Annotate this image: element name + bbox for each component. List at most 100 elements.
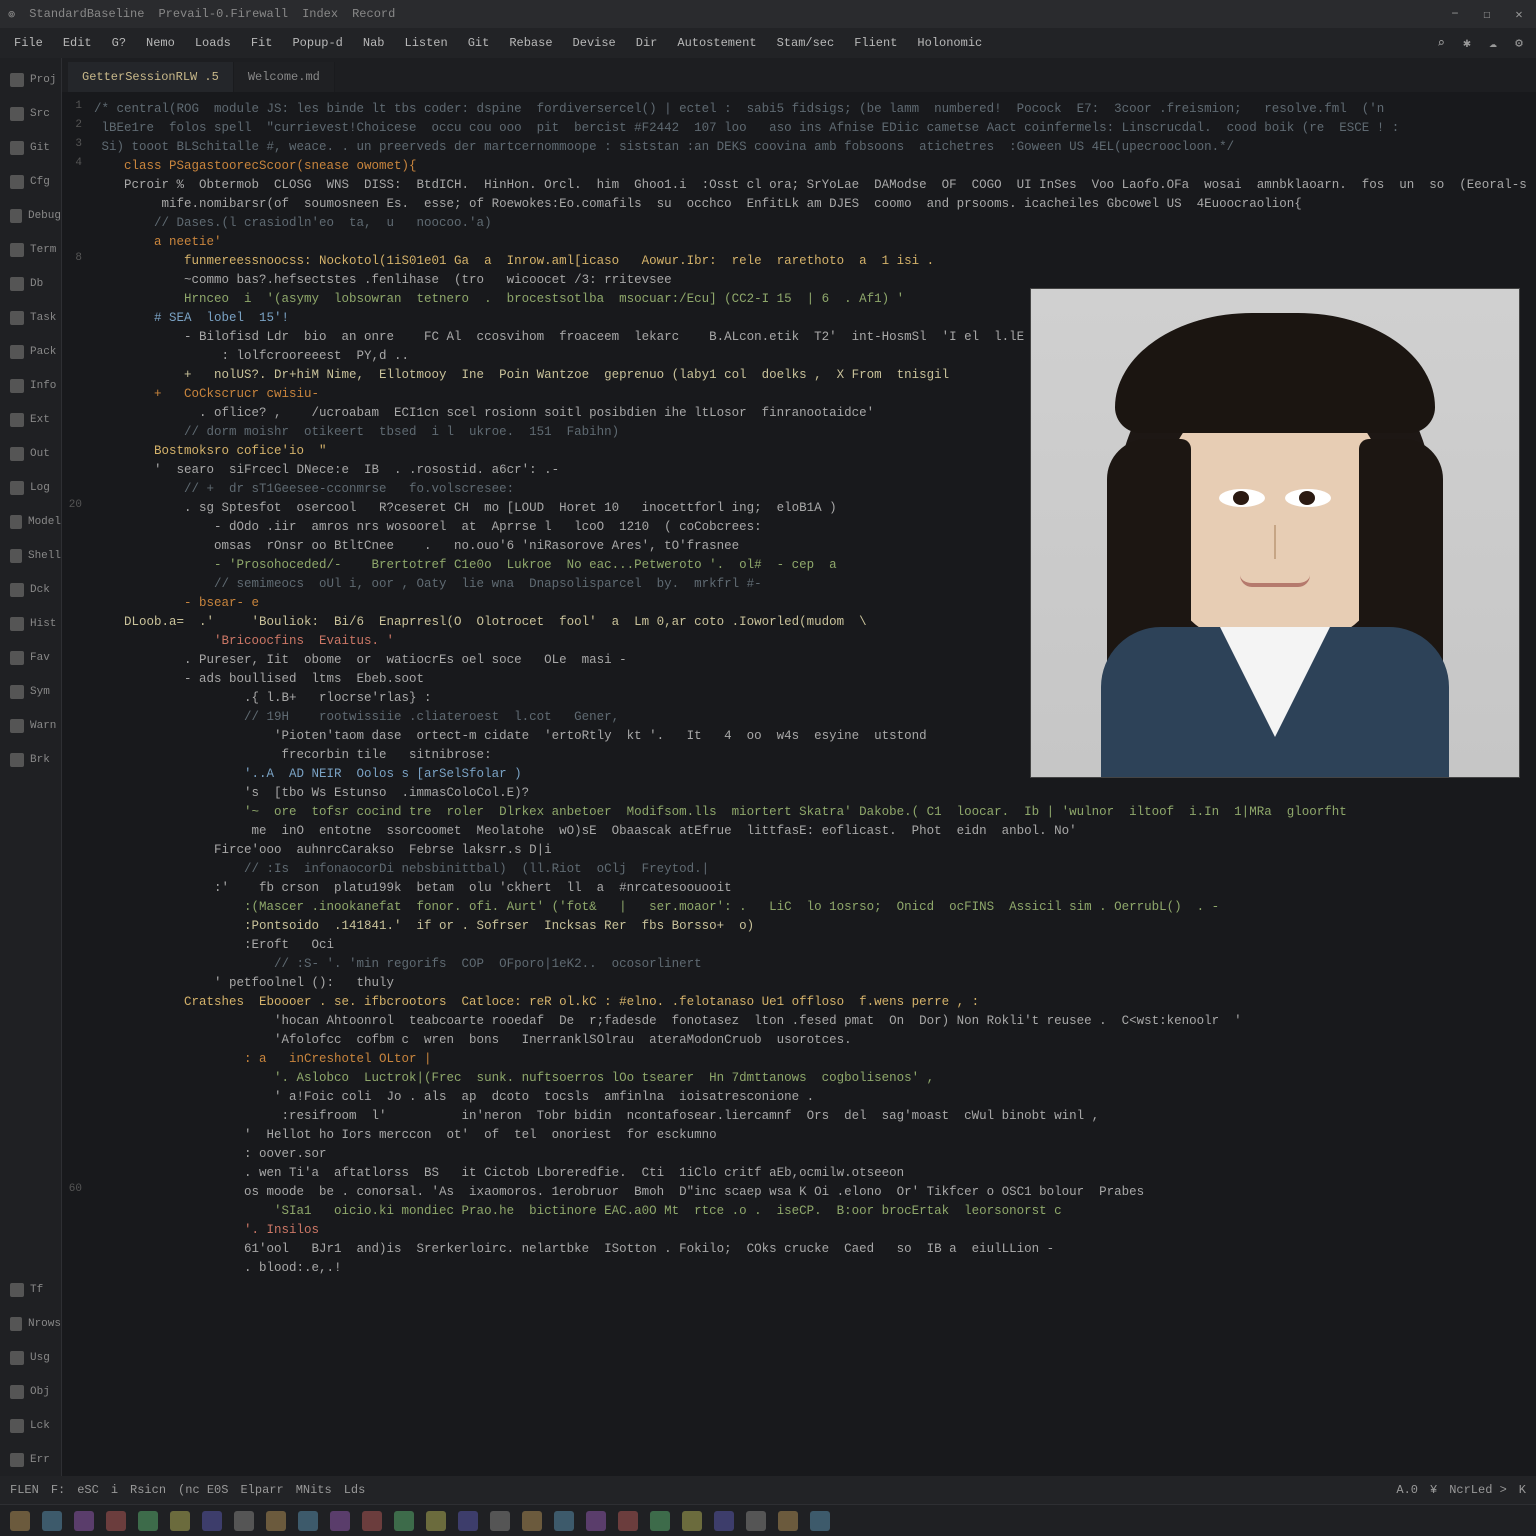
menu-rebase[interactable]: Rebase [501, 32, 560, 54]
tab-active[interactable]: GetterSessionRLW .5 [68, 62, 234, 92]
tray-icon[interactable] [106, 1511, 126, 1531]
code-line[interactable]: Cratshes Eboooer . se. ifbcrootors Catlo… [94, 993, 1526, 1012]
code-line[interactable]: 'Afolofcc cofbm c wren bons InerranklSOl… [94, 1031, 1526, 1050]
tray-icon[interactable] [202, 1511, 222, 1531]
code-line[interactable]: class PSagastoorecScoor(snease owomet){ [94, 157, 1526, 176]
sidebar-item-out[interactable]: Out [0, 438, 61, 470]
code-line[interactable]: '. Aslobco Luctrok|(Frec sunk. nuftsoerr… [94, 1069, 1526, 1088]
sidebar-item-hist[interactable]: Hist [0, 608, 61, 640]
sidebar-item-warn[interactable]: Warn [0, 710, 61, 742]
code-line[interactable]: a neetie' [94, 233, 1526, 252]
tray-icon[interactable] [618, 1511, 638, 1531]
status-item[interactable]: Elparr [240, 1483, 283, 1497]
sidebar-item-shell[interactable]: Shell [0, 540, 61, 572]
code-line[interactable]: 61'ool BJr1 and)is Srerkerloirc. nelartb… [94, 1240, 1526, 1259]
tray-icon[interactable] [10, 1511, 30, 1531]
tray-icon[interactable] [170, 1511, 190, 1531]
menu-flient[interactable]: Flient [846, 32, 905, 54]
tab-inactive[interactable]: Welcome.md [234, 62, 335, 92]
menu-git[interactable]: Git [460, 32, 498, 54]
tray-icon[interactable] [650, 1511, 670, 1531]
sidebar-item-lck[interactable]: Lck [0, 1410, 61, 1442]
minimize-button[interactable]: − [1446, 7, 1464, 21]
search-icon[interactable]: ⌕ [1430, 32, 1452, 54]
sidebar-item-src[interactable]: Src [0, 98, 61, 130]
code-line[interactable]: /* central(ROG module JS: les binde lt t… [94, 100, 1526, 119]
sidebar-item-proj[interactable]: Proj [0, 64, 61, 96]
maximize-button[interactable]: ☐ [1478, 7, 1496, 22]
code-line[interactable]: mife.nomibarsr(of soumosneen Es. esse; o… [94, 195, 1526, 214]
tray-icon[interactable] [746, 1511, 766, 1531]
menu-stam/sec[interactable]: Stam/sec [769, 32, 843, 54]
sidebar-item-fav[interactable]: Fav [0, 642, 61, 674]
status-item[interactable]: i [111, 1483, 118, 1497]
status-item[interactable]: FLEN [10, 1483, 39, 1497]
tray-icon[interactable] [778, 1511, 798, 1531]
tray-icon[interactable] [426, 1511, 446, 1531]
status-item[interactable]: (nc E0S [178, 1483, 228, 1497]
editor[interactable]: 123482060 /* central(ROG module JS: les … [62, 92, 1536, 1476]
tray-icon[interactable] [330, 1511, 350, 1531]
sidebar-item-task[interactable]: Task [0, 302, 61, 334]
tray-icon[interactable] [362, 1511, 382, 1531]
sidebar-item-sym[interactable]: Sym [0, 676, 61, 708]
sidebar-item-git[interactable]: Git [0, 132, 61, 164]
code-line[interactable]: ' Hellot ho Iors merccon ot' of tel onor… [94, 1126, 1526, 1145]
menu-autostement[interactable]: Autostement [669, 32, 764, 54]
sidebar-item-nrows[interactable]: Nrows [0, 1308, 61, 1340]
tray-icon[interactable] [714, 1511, 734, 1531]
gear-icon[interactable]: ⚙ [1508, 32, 1530, 54]
code-line[interactable]: os moode be . conorsal. 'As ixaomoros. 1… [94, 1183, 1526, 1202]
code-line[interactable]: : oover.sor [94, 1145, 1526, 1164]
tray-icon[interactable] [586, 1511, 606, 1531]
code-line[interactable]: // Dases.(l crasiodln'eo ta, u noocoo.'a… [94, 214, 1526, 233]
status-item[interactable]: NcrLed > [1449, 1483, 1507, 1497]
tray-icon[interactable] [458, 1511, 478, 1531]
code-line[interactable]: :resifroom l' in'neron Tobr bidin nconta… [94, 1107, 1526, 1126]
tray-icon[interactable] [298, 1511, 318, 1531]
code-line[interactable]: . blood:.e,.! [94, 1259, 1526, 1278]
tray-icon[interactable] [810, 1511, 830, 1531]
sidebar-item-db[interactable]: Db [0, 268, 61, 300]
menu-file[interactable]: File [6, 32, 51, 54]
menu-popup-d[interactable]: Popup-d [284, 32, 350, 54]
tray-icon[interactable] [266, 1511, 286, 1531]
close-button[interactable]: ✕ [1510, 7, 1528, 22]
code-line[interactable]: '~ ore tofsr cocind tre roler Dlrkex anb… [94, 803, 1526, 822]
tray-icon[interactable] [234, 1511, 254, 1531]
menu-edit[interactable]: Edit [55, 32, 100, 54]
sidebar-item-usg[interactable]: Usg [0, 1342, 61, 1374]
sidebar-item-term[interactable]: Term [0, 234, 61, 266]
code-line[interactable]: Si) tooot BLSchitalle #, weace. . un pre… [94, 138, 1526, 157]
code-line[interactable]: 'hocan Ahtoonrol teabcoarte rooedaf De r… [94, 1012, 1526, 1031]
tray-icon[interactable] [490, 1511, 510, 1531]
menu-dir[interactable]: Dir [628, 32, 666, 54]
sidebar-item-tf[interactable]: Tf [0, 1274, 61, 1306]
tray-icon[interactable] [554, 1511, 574, 1531]
tray-icon[interactable] [394, 1511, 414, 1531]
sidebar-item-debug[interactable]: Debug [0, 200, 61, 232]
menu-loads[interactable]: Loads [187, 32, 239, 54]
code-line[interactable]: // :S- '. 'min regorifs COP OFporo|1eK2.… [94, 955, 1526, 974]
sidebar-item-model[interactable]: Model [0, 506, 61, 538]
sidebar-item-dck[interactable]: Dck [0, 574, 61, 606]
code-line[interactable]: Pcroir % Obtermob CLOSG WNS DISS: BtdICH… [94, 176, 1526, 195]
tray-icon[interactable] [74, 1511, 94, 1531]
sidebar-item-info[interactable]: Info [0, 370, 61, 402]
status-item[interactable]: Lds [344, 1483, 366, 1497]
code-line[interactable]: 'SIa1 oicio.ki mondiec Prao.he bictinore… [94, 1202, 1526, 1221]
status-item[interactable]: MNits [296, 1483, 332, 1497]
status-item[interactable]: K [1519, 1483, 1526, 1497]
menu-devise[interactable]: Devise [565, 32, 624, 54]
code-line[interactable]: :' fb crson platu199k betam olu 'ckhert … [94, 879, 1526, 898]
tray-icon[interactable] [682, 1511, 702, 1531]
code-line[interactable]: me inO entotne ssorcoomet Meolatohe wO)s… [94, 822, 1526, 841]
status-item[interactable]: ¥ [1430, 1483, 1437, 1497]
sidebar-item-cfg[interactable]: Cfg [0, 166, 61, 198]
menu-listen[interactable]: Listen [397, 32, 456, 54]
menu-nab[interactable]: Nab [355, 32, 393, 54]
sidebar-item-brk[interactable]: Brk [0, 744, 61, 776]
code-line[interactable]: . wen Ti'a aftatlorss BS it Cictob Lbore… [94, 1164, 1526, 1183]
tray-icon[interactable] [522, 1511, 542, 1531]
code-line[interactable]: :Pontsoido .141841.' if or . Sofrser Inc… [94, 917, 1526, 936]
